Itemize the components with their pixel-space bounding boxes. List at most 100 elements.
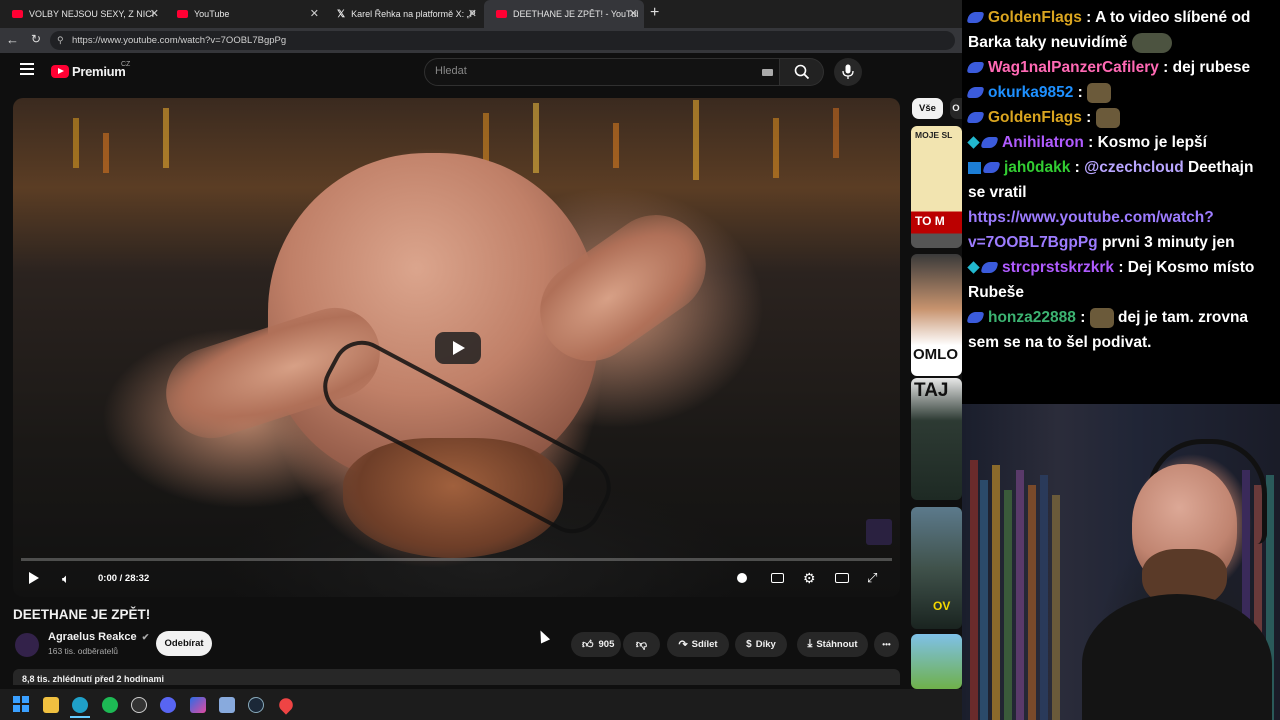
- recommended-thumbnail[interactable]: OMLO: [911, 254, 962, 376]
- app-icon[interactable]: [131, 697, 147, 713]
- chat-text: Kosmo je lepší: [1097, 134, 1207, 151]
- spotify-icon[interactable]: [102, 697, 118, 713]
- download-label: Stáhnout: [816, 639, 858, 650]
- tab-close-icon[interactable]: ✕: [468, 7, 477, 20]
- browser-tab-active[interactable]: DEETHANE JE ZPĚT! - YouTube ✕: [484, 0, 644, 28]
- tab-title: YouTube: [194, 9, 230, 19]
- active-app-indicator: [70, 716, 90, 718]
- thumbnail-text: MOJE SL: [915, 130, 953, 140]
- thumbnail-text: TO M: [915, 214, 945, 228]
- browser-tab[interactable]: YouTube ✕: [165, 0, 325, 28]
- edge-browser-icon[interactable]: [72, 697, 88, 713]
- stream-chat: GoldenFlags : A to video slíbené od Bark…: [962, 0, 1280, 404]
- browser-tab[interactable]: 𝕏 Karel Řehka na platformě X: „Po vl ✕: [325, 0, 483, 28]
- tab-close-icon[interactable]: ✕: [629, 7, 638, 20]
- chat-text: dej rubese: [1172, 59, 1251, 76]
- search-button[interactable]: [780, 58, 824, 86]
- autoplay-toggle[interactable]: [737, 573, 747, 583]
- chat-message: Wag1nalPanzerCafilery : dej rubese: [962, 55, 1280, 80]
- verified-icon: ✔: [141, 632, 150, 642]
- thanks-button[interactable]: $ Díky: [735, 632, 787, 657]
- channel-avatar[interactable]: [15, 633, 39, 657]
- chat-message: Anihilatron : Kosmo je lepší: [962, 130, 1280, 155]
- tab-close-icon[interactable]: ✕: [150, 7, 159, 20]
- youtube-favicon-icon: [177, 10, 188, 18]
- new-tab-button[interactable]: +: [650, 4, 659, 22]
- x-favicon-icon: 𝕏: [337, 8, 346, 20]
- chat-username[interactable]: strcprstskrzkrk: [1002, 259, 1114, 276]
- cube-badge-icon: [967, 261, 980, 275]
- steam-icon[interactable]: [248, 697, 264, 713]
- chip-next[interactable]: O: [950, 98, 962, 119]
- site-info-icon[interactable]: ⚲: [57, 35, 64, 46]
- chat-username[interactable]: honza22888: [988, 309, 1076, 326]
- tab-title: VOLBY NEJSOU SEXY, Z NICH NEM: [29, 9, 154, 19]
- recommended-thumbnail[interactable]: [911, 634, 962, 689]
- windows-start-icon[interactable]: [13, 696, 29, 712]
- search-placeholder: Hledat: [435, 65, 467, 77]
- play-icon: [453, 341, 465, 355]
- back-arrow-icon[interactable]: ←: [6, 32, 19, 47]
- thumbs-up-icon: 👍︎: [582, 639, 594, 651]
- recommended-thumbnail[interactable]: OV: [911, 507, 962, 629]
- share-button[interactable]: ↷ Sdílet: [667, 632, 729, 657]
- download-icon: ⤓: [807, 638, 813, 650]
- search-input[interactable]: Hledat: [424, 58, 780, 86]
- chat-username[interactable]: GoldenFlags: [988, 109, 1082, 126]
- video-title: DEETHANE JE ZPĚT!: [13, 607, 151, 622]
- large-play-button[interactable]: [435, 332, 481, 364]
- fullscreen-icon[interactable]: ⤢: [867, 570, 877, 586]
- bits-badge-icon: [966, 12, 985, 24]
- download-button[interactable]: ⤓ Stáhnout: [797, 632, 868, 657]
- like-button[interactable]: 👍︎ 905: [571, 632, 621, 657]
- share-label: Sdílet: [691, 639, 718, 650]
- volume-icon[interactable]: 🔈︎: [62, 571, 70, 587]
- subscribe-button[interactable]: Odebírat: [156, 631, 212, 656]
- chat-username[interactable]: jah0dakk: [1004, 159, 1070, 176]
- cube-badge-icon: [967, 136, 980, 150]
- theater-mode-icon[interactable]: [835, 573, 849, 583]
- reload-icon[interactable]: ↻: [31, 32, 41, 46]
- chat-text: prvni 3 minuty jen: [1101, 234, 1235, 251]
- recommended-thumbnail[interactable]: MOJE SL TO M: [911, 126, 962, 248]
- play-icon[interactable]: [29, 572, 39, 584]
- emote-icon: [1087, 82, 1112, 103]
- thumbnail-text: OMLO: [913, 346, 958, 363]
- recommended-thumbnail[interactable]: TAJ: [911, 378, 962, 500]
- channel-name[interactable]: Agraelus Reakce ✔: [48, 631, 149, 643]
- chat-message: GoldenFlags :: [962, 105, 1280, 130]
- discord-icon[interactable]: [160, 697, 176, 713]
- chat-mention[interactable]: @czechcloud: [1084, 159, 1184, 176]
- emote-icon: [1131, 32, 1172, 53]
- emote-icon: [1095, 107, 1120, 128]
- channel-watermark[interactable]: [866, 519, 892, 545]
- thumbnail-text: OV: [933, 599, 951, 613]
- browser-tab[interactable]: VOLBY NEJSOU SEXY, Z NICH NEM ✕: [0, 0, 165, 28]
- chip-all[interactable]: Vše: [912, 98, 943, 119]
- voice-search-button[interactable]: [834, 58, 862, 86]
- file-explorer-icon[interactable]: [43, 697, 59, 713]
- subtitles-icon[interactable]: [771, 573, 784, 583]
- chat-username[interactable]: Anihilatron: [1002, 134, 1084, 151]
- dislike-button[interactable]: 👎︎: [623, 632, 660, 657]
- url-text[interactable]: https://www.youtube.com/watch?v=7OOBL7Bg…: [72, 35, 286, 46]
- thanks-label: Díky: [755, 639, 776, 650]
- app-icon[interactable]: [190, 697, 206, 713]
- chat-username[interactable]: GoldenFlags: [988, 9, 1082, 26]
- chat-username[interactable]: Wag1nalPanzerCafilery: [988, 59, 1159, 76]
- tab-close-icon[interactable]: ✕: [310, 7, 319, 20]
- chat-username[interactable]: okurka9852: [988, 84, 1073, 101]
- menu-icon[interactable]: [20, 63, 34, 75]
- more-actions-button[interactable]: •••: [874, 632, 899, 657]
- chat-message: okurka9852 :: [962, 80, 1280, 105]
- bits-badge-icon: [966, 312, 985, 324]
- tab-title: Karel Řehka na platformě X: „Po vl: [351, 9, 477, 19]
- youtube-premium-logo[interactable]: Premium: [72, 64, 126, 79]
- settings-gear-icon[interactable]: ⚙: [803, 570, 816, 587]
- chat-message: strcprstskrzkrk : Dej Kosmo místo Rubeše: [967, 259, 1255, 301]
- progress-bar[interactable]: [21, 558, 892, 561]
- keyboard-icon[interactable]: [762, 69, 773, 76]
- notepad-icon[interactable]: [219, 697, 235, 713]
- streamer-webcam: [962, 404, 1280, 720]
- youtube-logo-icon[interactable]: [51, 65, 69, 78]
